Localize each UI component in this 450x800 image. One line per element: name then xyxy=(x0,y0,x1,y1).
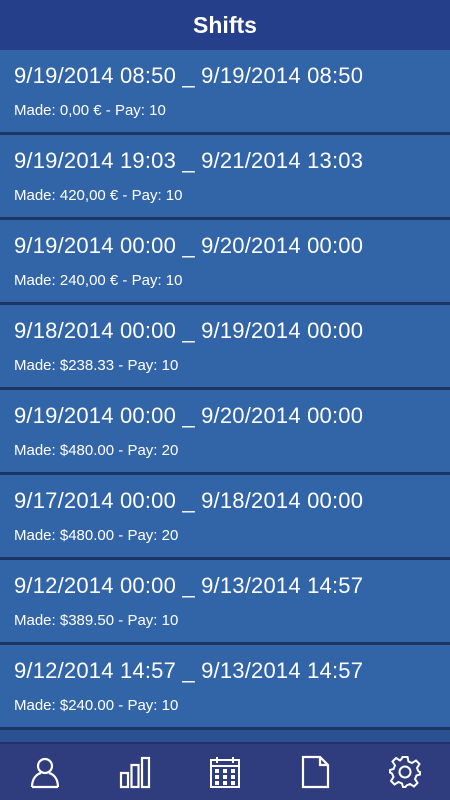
pay-value: 10 xyxy=(165,272,183,289)
pay-label: Pay: xyxy=(127,357,158,374)
app-header: Shifts xyxy=(0,0,450,50)
made-label: Made: xyxy=(14,102,56,119)
shift-date-range: 9/19/2014 00:00 _ 9/20/2014 00:00 xyxy=(14,233,364,258)
tab-documents[interactable] xyxy=(285,744,345,800)
made-label: Made: xyxy=(14,612,56,629)
shift-list[interactable]: 9/19/2014 08:50 _ 9/19/2014 08:50 Made: … xyxy=(0,50,450,744)
shift-summary: Made: $238.33 - Pay: 10 xyxy=(14,357,179,374)
bottom-tab-bar xyxy=(0,742,450,800)
pay-value: 10 xyxy=(161,612,179,629)
shift-summary: Made: $240.00 - Pay: 10 xyxy=(14,697,179,714)
shift-summary: Made: $389.50 - Pay: 10 xyxy=(14,612,179,629)
shift-row[interactable]: 9/19/2014 00:00 _ 9/20/2014 00:00 Made: … xyxy=(0,220,450,305)
gear-icon xyxy=(389,756,421,788)
calendar-icon xyxy=(210,757,240,788)
shift-date-range: 9/19/2014 08:50 _ 9/19/2014 08:50 xyxy=(14,63,364,88)
shift-row[interactable]: 9/12/2014 00:00 _ 9/13/2014 14:57 Made: … xyxy=(0,560,450,645)
made-label: Made: xyxy=(14,357,56,374)
made-label: Made: xyxy=(14,697,56,714)
person-icon xyxy=(30,757,60,789)
made-amount: $480.00 xyxy=(59,527,115,544)
shift-row[interactable]: 9/19/2014 08:50 _ 9/19/2014 08:50 Made: … xyxy=(0,50,450,135)
pay-label: Pay: xyxy=(127,527,158,544)
made-amount: 420,00 € xyxy=(59,187,119,204)
pay-label: Pay: xyxy=(127,612,158,629)
shift-date-range: 9/12/2014 14:57 _ 9/13/2014 14:57 xyxy=(14,658,364,683)
tab-stats[interactable] xyxy=(105,744,165,800)
bar-chart-icon xyxy=(119,756,151,789)
made-label: Made: xyxy=(14,442,56,459)
pay-label: Pay: xyxy=(131,272,162,289)
pay-value: 10 xyxy=(161,697,179,714)
shift-date-range: 9/19/2014 00:00 _ 9/20/2014 00:00 xyxy=(14,403,364,428)
document-icon xyxy=(301,755,330,789)
shift-date-range: 9/18/2014 00:00 _ 9/19/2014 00:00 xyxy=(14,318,364,343)
made-label: Made: xyxy=(14,272,56,289)
shift-date-range: 9/17/2014 00:00 _ 9/18/2014 00:00 xyxy=(14,488,364,513)
pay-value: 10 xyxy=(149,102,166,119)
tab-calendar[interactable] xyxy=(195,744,255,800)
tab-profile[interactable] xyxy=(15,744,75,800)
tab-settings[interactable] xyxy=(375,744,435,800)
pay-label: Pay: xyxy=(131,187,162,204)
made-amount: $480.00 xyxy=(59,442,115,459)
pay-value: 10 xyxy=(161,357,179,374)
page-title: Shifts xyxy=(193,11,257,38)
made-label: Made: xyxy=(14,187,56,204)
pay-value: 20 xyxy=(161,442,179,459)
shift-summary: Made: 240,00 € - Pay: 10 xyxy=(14,272,183,289)
made-amount: 0,00 € xyxy=(59,102,102,119)
pay-label: Pay: xyxy=(114,102,145,119)
pay-value: 20 xyxy=(161,527,179,544)
shift-date-range: 9/12/2014 00:00 _ 9/13/2014 14:57 xyxy=(14,573,364,598)
shift-row[interactable]: 9/17/2014 00:00 _ 9/18/2014 00:00 Made: … xyxy=(0,475,450,560)
made-amount: $389.50 xyxy=(59,612,115,629)
pay-label: Pay: xyxy=(127,442,158,459)
shift-summary: Made: 420,00 € - Pay: 10 xyxy=(14,187,183,204)
shift-row[interactable]: 9/19/2014 00:00 _ 9/20/2014 00:00 Made: … xyxy=(0,390,450,475)
made-amount: 240,00 € xyxy=(59,272,119,289)
made-label: Made: xyxy=(14,527,56,544)
shift-date-range: 9/19/2014 19:03 _ 9/21/2014 13:03 xyxy=(14,148,364,173)
pay-value: 10 xyxy=(165,187,183,204)
shift-summary: Made: $480.00 - Pay: 20 xyxy=(14,442,179,459)
made-amount: $238.33 xyxy=(59,357,115,374)
pay-label: Pay: xyxy=(127,697,158,714)
shift-row[interactable]: 9/12/2014 14:57 _ 9/13/2014 14:57 Made: … xyxy=(0,645,450,730)
made-amount: $240.00 xyxy=(59,697,115,714)
shift-summary: Made: $480.00 - Pay: 20 xyxy=(14,527,179,544)
shift-row[interactable]: 9/18/2014 00:00 _ 9/19/2014 00:00 Made: … xyxy=(0,305,450,390)
shift-summary: Made: 0,00 € - Pay: 10 xyxy=(14,102,166,119)
shift-row[interactable]: 9/19/2014 19:03 _ 9/21/2014 13:03 Made: … xyxy=(0,135,450,220)
